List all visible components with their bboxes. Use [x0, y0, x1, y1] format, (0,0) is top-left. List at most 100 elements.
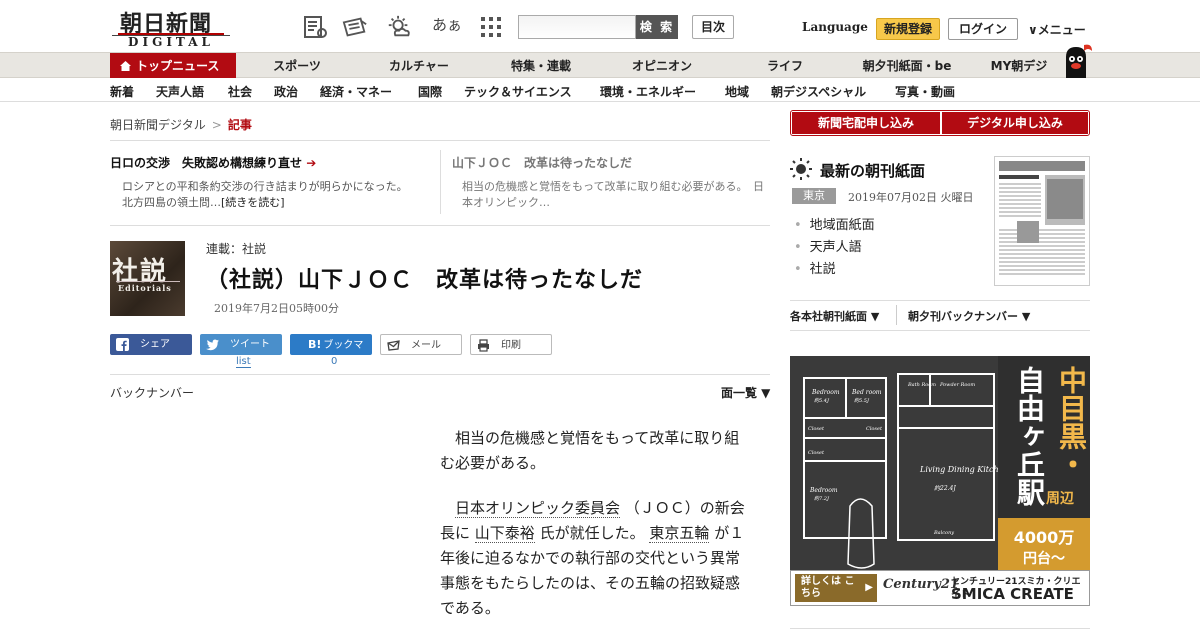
ad-headline-1: 中目黒・: [1055, 366, 1088, 478]
twitter-count[interactable]: list: [236, 356, 251, 368]
toc-button[interactable]: 目次: [692, 15, 734, 39]
nav-sports[interactable]: スポーツ: [262, 53, 332, 79]
city-badge: 東京: [792, 188, 836, 204]
article-paragraph: 日本オリンピック委員会 （ＪＯＣ）の新会長に 山下泰裕 氏が就任した。 東京五輪…: [440, 496, 750, 621]
main-nav: トップニュース スポーツ カルチャー 特集・連載 オピニオン ライフ 朝夕刊紙面…: [0, 44, 1200, 79]
signup-button[interactable]: 新規登録: [876, 18, 940, 40]
ad-footer[interactable]: 詳しくは こちら ▶ Century21 センチュリー21スミカ・クリエイト S…: [790, 570, 1090, 606]
grid-icon[interactable]: [478, 14, 504, 40]
subnav-tech[interactable]: テック＆サイエンス: [464, 83, 572, 100]
login-button[interactable]: ログイン: [948, 18, 1018, 40]
divider: [110, 374, 770, 375]
back-numbers-link[interactable]: バックナンバー: [110, 384, 194, 401]
ad-room-label: Closet: [808, 426, 825, 432]
pickup-item[interactable]: 日ロの交渉 失敗認め構想練り直せ ➔ ロシアとの平和条約交渉の行き詰まりが明らか…: [110, 154, 422, 211]
pickup-title[interactable]: 山下ＪＯＣ 改革は待ったなしだ: [452, 154, 770, 171]
pickup-item[interactable]: 山下ＪＯＣ 改革は待ったなしだ 相当の危機感と覚悟をもって改革に取り組む必要があ…: [452, 154, 770, 211]
ad-cta-button[interactable]: 詳しくは こちら ▶: [795, 574, 877, 602]
nav-culture[interactable]: カルチャー: [378, 53, 460, 79]
article-date: 2019年7月2日05時00分: [214, 302, 339, 315]
paper-link[interactable]: • 社説: [794, 258, 836, 277]
sun-icon: [790, 158, 812, 180]
ad-room-label: Bedroom: [811, 389, 840, 396]
yamashita-link[interactable]: 山下泰裕: [474, 524, 535, 543]
breadcrumb-home[interactable]: 朝日新聞デジタル: [110, 118, 206, 132]
divider: [440, 150, 441, 214]
menu-button[interactable]: ∨メニュー: [1028, 21, 1086, 38]
subnav-international[interactable]: 国際: [418, 83, 442, 100]
bullet-icon: •: [794, 262, 802, 277]
regional-paper-dropdown[interactable]: 各本社朝刊紙面 ▼: [790, 308, 879, 324]
twitter-share-button[interactable]: ツイート: [200, 334, 282, 355]
subnav-economy[interactable]: 経済・マネー: [320, 83, 392, 100]
facebook-label: シェア: [140, 339, 170, 350]
hatena-icon: B!: [308, 338, 322, 351]
subnav-special[interactable]: 朝デジスペシャル: [771, 83, 866, 100]
digital-signup-button[interactable]: デジタル申し込み: [942, 112, 1088, 134]
mail-share-button[interactable]: メール: [380, 334, 462, 355]
ad-price-suffix: 円台～: [1023, 551, 1065, 567]
newspaper-thumbnail[interactable]: [994, 156, 1090, 286]
subnav-society[interactable]: 社会: [228, 83, 252, 100]
site-logo[interactable]: 朝日新聞 DIGITAL: [112, 6, 230, 49]
facebook-icon: [116, 338, 129, 351]
nav-features[interactable]: 特集・連載: [496, 53, 586, 79]
ad-price-box: 4000万 円台～: [998, 518, 1090, 570]
latest-paper-title[interactable]: 最新の朝刊紙面: [820, 160, 925, 181]
nav-paper[interactable]: 朝夕刊紙面・be: [852, 53, 962, 79]
editorial-thumbnail: 社説 Editorials: [110, 241, 185, 316]
ad-area: 周辺: [1046, 491, 1074, 507]
print-button[interactable]: 印刷: [470, 334, 552, 355]
bullet-icon: •: [794, 240, 802, 255]
nav-top-news[interactable]: トップニュース: [110, 53, 236, 79]
subnav-tenseijingo[interactable]: 天声人語: [156, 83, 204, 100]
mascot-icon: [1066, 44, 1092, 79]
nav-opinion[interactable]: オピニオン: [622, 53, 702, 79]
pickup-title[interactable]: 日ロの交渉 失敗認め構想練り直せ: [110, 156, 302, 170]
page-list-dropdown[interactable]: 面一覧 ▼: [721, 384, 770, 401]
language-link[interactable]: Language: [802, 20, 868, 34]
weather-icon[interactable]: [386, 14, 412, 40]
divider: [790, 330, 1090, 331]
joc-link[interactable]: 日本オリンピック委員会: [455, 499, 621, 518]
subnav-region[interactable]: 地域: [725, 83, 749, 100]
series-label[interactable]: 連載：社説: [206, 240, 266, 257]
divider: [896, 305, 897, 325]
read-more-link[interactable]: [続きを読む]: [221, 196, 285, 209]
divider: [790, 628, 1090, 629]
nav-my[interactable]: MY朝デジ: [982, 53, 1056, 79]
divider: [790, 300, 1090, 301]
search-button[interactable]: 検 索: [636, 15, 678, 39]
facebook-share-button[interactable]: シェア: [110, 334, 192, 355]
back-number-dropdown[interactable]: 朝夕刊バックナンバー ▼: [908, 308, 1030, 324]
paper-link-label: 地域面紙面: [809, 218, 875, 233]
home-icon: [120, 61, 131, 71]
nav-life[interactable]: ライフ: [756, 53, 814, 79]
subnav-politics[interactable]: 政治: [274, 83, 298, 100]
mail-icon: [387, 340, 400, 351]
subnav-environment[interactable]: 環境・エネルギー: [600, 83, 696, 100]
newspaper-icon[interactable]: [342, 14, 368, 40]
subnav-photo[interactable]: 写真・動画: [895, 83, 955, 100]
hatena-bookmark-button[interactable]: B! ブックマーク: [290, 334, 372, 372]
delivery-signup-button[interactable]: 新聞宅配申し込み: [792, 112, 940, 134]
hatena-count[interactable]: 0: [331, 356, 337, 367]
paper-date: 2019年07月02日 火曜日: [848, 191, 974, 204]
search-input[interactable]: [518, 15, 636, 39]
ad-room-label: Bedroom: [809, 487, 838, 494]
ad-room-size: 約22.4J: [934, 484, 956, 492]
font-size-icon[interactable]: あぁ: [432, 14, 462, 35]
ad-company-en: SMICA CREATE: [951, 585, 1074, 603]
paper-link[interactable]: • 地域面紙面: [794, 214, 875, 233]
subnav-new[interactable]: 新着: [110, 83, 134, 100]
ad-room-label: Living Dining Kitchen: [919, 465, 1009, 474]
tokyo-olympics-link[interactable]: 東京五輪: [649, 524, 710, 543]
paper-link[interactable]: • 天声人語: [794, 236, 862, 255]
paper-link-label: 社説: [809, 262, 836, 277]
article-title: （社説）山下ＪＯＣ 改革は待ったなしだ: [206, 268, 644, 293]
ad-headline-2: 自由ヶ丘駅: [1013, 366, 1046, 506]
logo-digital: DIGITAL: [112, 35, 230, 49]
news-icon[interactable]: [302, 14, 328, 40]
real-estate-ad[interactable]: Bedroom 約5.4J Bed room 約5.5J Bath Room P…: [790, 356, 1090, 606]
ad-price: 4000万: [1013, 528, 1075, 547]
